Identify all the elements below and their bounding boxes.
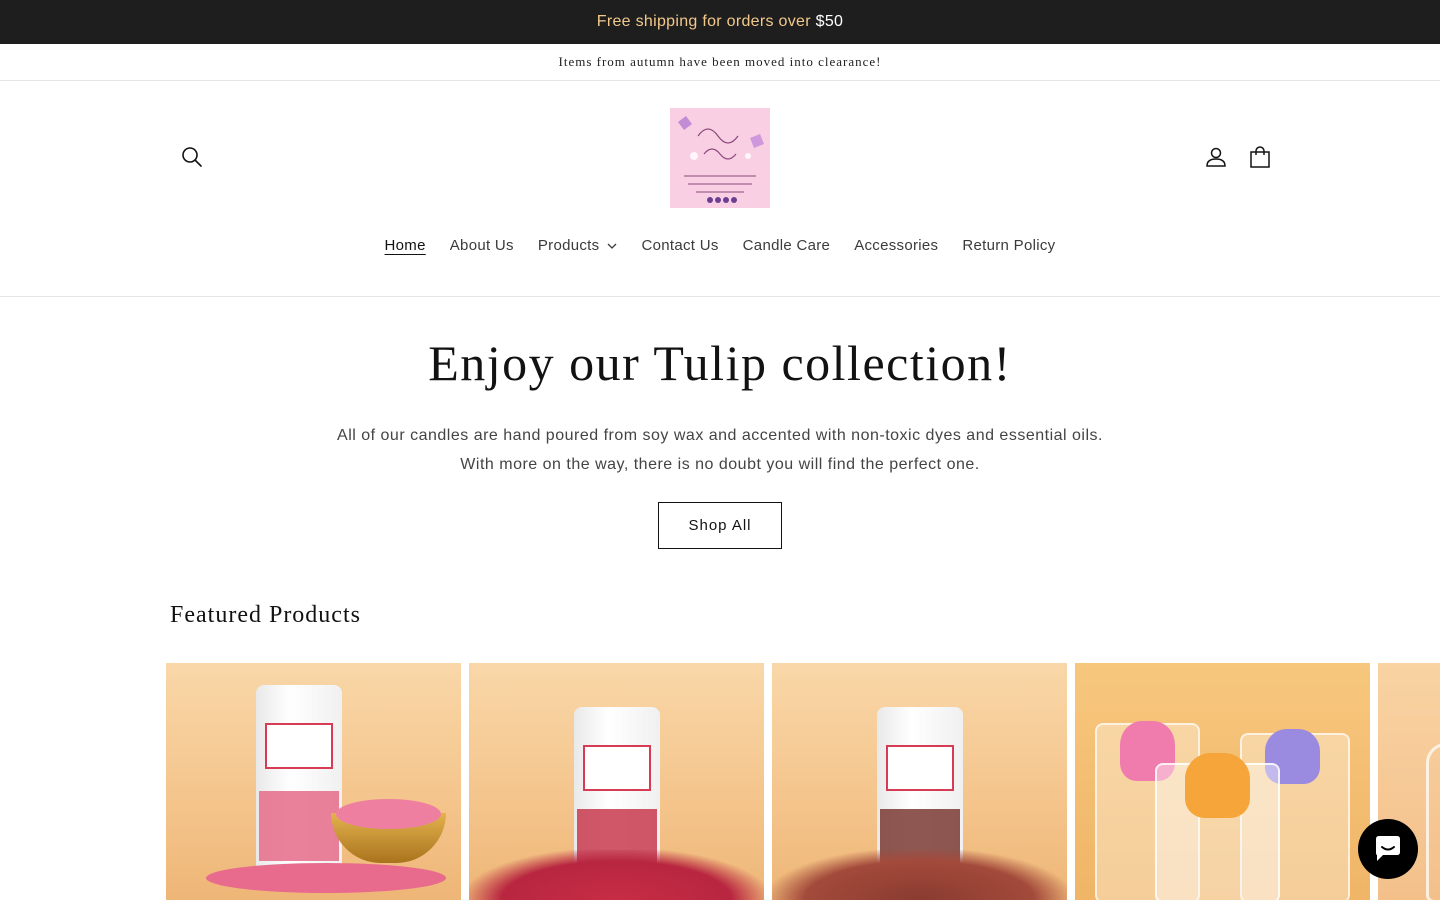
promo-text: Free shipping for orders over $50 [596,13,844,30]
nav-about-us[interactable]: About Us [438,229,526,262]
product-card[interactable] [166,663,461,900]
product-label [582,745,651,791]
account-icon [1206,147,1226,167]
cart-icon [1250,146,1270,168]
product-label [885,745,954,791]
product-pile [469,850,764,900]
logo-graphic [670,108,770,208]
account-button[interactable] [1194,135,1238,179]
hero-description-line-1: All of our candles are hand poured from … [337,427,1103,444]
shop-all-button[interactable]: Shop All [658,502,782,549]
hero-description-line-2: With more on the way, there is no doubt … [460,456,980,473]
featured-products-title: Featured Products [170,602,361,628]
hero-description: All of our candles are hand poured from … [0,421,1440,479]
product-pile [772,850,1067,900]
nav-contact-us[interactable]: Contact Us [629,229,730,262]
main-navigation: Home About Us Products Contact Us Candle… [0,229,1440,262]
hero-section: Enjoy our Tulip collection! All of our c… [0,297,1440,549]
product-pile [206,863,446,893]
announcement-bar: Items from autumn have been moved into c… [0,44,1440,81]
product-card[interactable] [469,663,764,900]
announcement-text: Items from autumn have been moved into c… [558,54,882,69]
chat-button[interactable] [1358,819,1418,879]
nav-candle-care[interactable]: Candle Care [731,229,843,262]
nav-products-label: Products [537,237,600,254]
nav-home[interactable]: Home [373,229,438,262]
product-tulip-orange [1185,753,1250,818]
nav-return-policy[interactable]: Return Policy [950,229,1067,262]
product-card[interactable] [1075,663,1370,900]
store-logo[interactable] [670,108,770,208]
nav-products[interactable]: Products [526,229,630,262]
search-icon [182,147,202,167]
chevron-down-icon [607,243,617,249]
product-label [264,723,333,769]
hero-title: Enjoy our Tulip collection! [428,335,1012,391]
cart-button[interactable] [1238,135,1282,179]
product-bowl-fill [336,799,441,829]
nav-accessories[interactable]: Accessories [842,229,950,262]
chat-icon [1376,836,1400,861]
site-header: Home About Us Products Contact Us Candle… [0,81,1440,297]
product-fill [258,791,339,861]
product-jar-partial [1426,743,1440,900]
product-card[interactable] [772,663,1067,900]
promo-bar: Free shipping for orders over $50 [0,0,1440,44]
search-button[interactable] [170,135,214,179]
featured-products-grid [166,663,1440,900]
